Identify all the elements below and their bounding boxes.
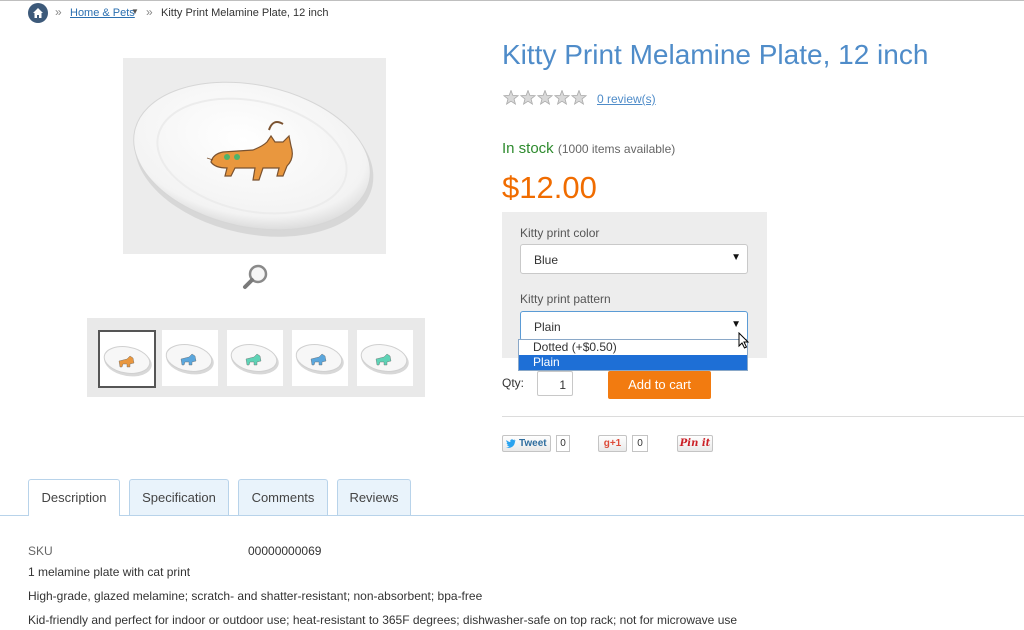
qty-label: Qty: — [502, 376, 525, 390]
star-icon[interactable] — [519, 89, 537, 105]
tweet-button[interactable]: Tweet — [502, 435, 551, 452]
stock-status: In stock (1000 items available) — [502, 140, 675, 157]
gplus-label: +1 — [609, 438, 622, 449]
product-thumbnail[interactable] — [162, 330, 218, 386]
color-option-label: Kitty print color — [520, 226, 600, 240]
gplus-button[interactable]: g+1 — [598, 435, 627, 452]
twitter-bird-icon — [506, 439, 516, 448]
home-icon[interactable] — [28, 3, 48, 23]
gplus-count: 0 — [632, 435, 648, 452]
product-title: Kitty Print Melamine Plate, 12 inch — [502, 39, 929, 70]
tab-comments[interactable]: Comments — [238, 479, 328, 515]
tab-specification[interactable]: Specification — [129, 479, 229, 515]
rating-stars[interactable] — [502, 89, 591, 109]
product-thumbnail[interactable] — [292, 330, 348, 386]
pattern-option-label: Kitty print pattern — [520, 292, 611, 306]
chevron-down-icon: ▼ — [731, 319, 741, 330]
chevron-down-icon[interactable]: ▼ — [131, 7, 139, 16]
breadcrumb-current: Kitty Print Melamine Plate, 12 inch — [161, 7, 329, 19]
chevron-down-icon: ▼ — [731, 252, 741, 263]
color-select[interactable]: Blue ▼ — [520, 244, 748, 274]
product-thumbnail[interactable] — [98, 330, 156, 388]
sku-value: 00000000069 — [248, 544, 322, 558]
divider — [502, 416, 1024, 417]
qty-input[interactable]: 1 — [537, 371, 573, 396]
sku-label: SKU — [28, 544, 53, 558]
star-icon[interactable] — [502, 89, 520, 105]
product-main-image[interactable] — [123, 58, 386, 254]
description-line: Kid-friendly and perfect for indoor or o… — [28, 613, 738, 627]
product-thumbnail[interactable] — [227, 330, 283, 386]
color-select-value: Blue — [534, 253, 559, 267]
stock-status-text: In stock — [502, 140, 554, 157]
reviews-link[interactable]: 0 review(s) — [597, 92, 656, 106]
description-line: High-grade, glazed melamine; scratch- an… — [28, 589, 483, 603]
tab-reviews[interactable]: Reviews — [337, 479, 411, 515]
tweet-label: Tweet — [519, 438, 547, 449]
pattern-select-value: Plain — [534, 320, 561, 334]
breadcrumb-separator: » — [146, 5, 153, 19]
description-line: 1 melamine plate with cat print — [28, 565, 191, 579]
availability-count: (1000 items available) — [557, 142, 676, 156]
qty-value: 1 — [559, 378, 566, 392]
zoom-icon[interactable] — [241, 262, 271, 292]
product-thumbnail[interactable] — [357, 330, 413, 386]
mouse-cursor-icon — [738, 331, 750, 353]
top-border — [0, 0, 1024, 1]
product-options-panel: Kitty print color Blue ▼ Kitty print pat… — [502, 212, 767, 358]
star-icon[interactable] — [570, 89, 588, 105]
pattern-dropdown-list: Dotted (+$0.50) Plain — [518, 339, 748, 371]
pattern-select[interactable]: Plain ▼ — [520, 311, 748, 341]
pinterest-button[interactable]: Pin it — [677, 435, 713, 452]
breadcrumb-separator: » — [55, 5, 62, 19]
add-to-cart-button[interactable]: Add to cart — [608, 371, 711, 399]
product-price: $12.00 — [502, 170, 597, 205]
thumbnail-strip — [87, 318, 425, 397]
star-icon[interactable] — [553, 89, 571, 105]
tab-description[interactable]: Description — [28, 479, 120, 516]
tweet-count: 0 — [556, 435, 570, 452]
dropdown-option[interactable]: Dotted (+$0.50) — [519, 340, 747, 355]
breadcrumb-category-link[interactable]: Home & Pets — [70, 7, 135, 19]
dropdown-option[interactable]: Plain — [519, 355, 747, 370]
star-icon[interactable] — [536, 89, 554, 105]
